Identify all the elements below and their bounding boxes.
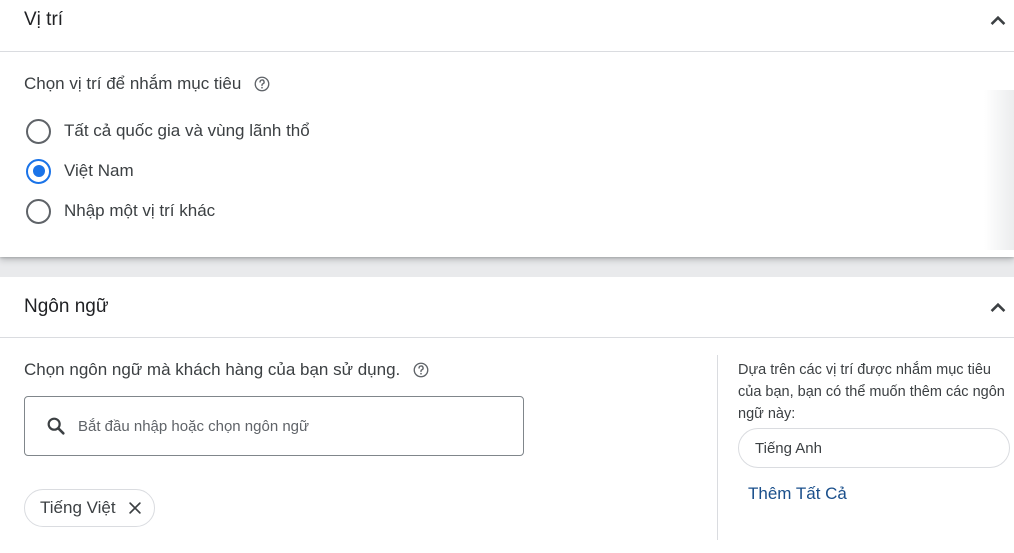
radio-label-other-location: Nhập một vị trí khác (64, 201, 216, 220)
radio-button-unchecked[interactable] (26, 198, 51, 224)
radio-vietnam[interactable]: Việt Nam (26, 157, 134, 185)
radio-button-checked[interactable] (26, 158, 51, 184)
radio-all-countries[interactable]: Tất cả quốc gia và vùng lãnh thổ (26, 117, 310, 145)
language-card-header[interactable]: Ngôn ngữ (0, 277, 1014, 338)
language-title: Ngôn ngữ (24, 296, 109, 317)
language-prompt-text: Chọn ngôn ngữ mà khách hàng của bạn sử d… (24, 360, 401, 379)
radio-button-unchecked[interactable] (26, 118, 51, 144)
location-card-header[interactable]: Vị trí (0, 0, 1014, 52)
selected-language-chip: Tiếng Việt (24, 489, 155, 527)
language-card: Ngôn ngữ Chọn ngôn ngữ mà khách hàng của… (0, 277, 1014, 553)
language-search-input[interactable] (78, 417, 498, 435)
location-card: Vị trí Chọn vị trí để nhắm mục tiêu Tất … (0, 0, 1014, 257)
vertical-divider (717, 355, 718, 540)
selected-language-label: Tiếng Việt (40, 498, 116, 517)
suggested-language-chip[interactable]: Tiếng Anh (738, 428, 1010, 468)
chevron-up-icon[interactable] (984, 6, 1012, 34)
radio-label-vietnam: Việt Nam (64, 161, 134, 180)
radio-other-location[interactable]: Nhập một vị trí khác (26, 197, 215, 225)
location-title: Vị trí (24, 9, 64, 30)
radio-label-all-countries: Tất cả quốc gia và vùng lãnh thổ (64, 121, 310, 140)
language-prompt: Chọn ngôn ngữ mà khách hàng của bạn sử d… (24, 360, 430, 380)
location-prompt-text: Chọn vị trí để nhắm mục tiêu (24, 74, 242, 93)
location-prompt: Chọn vị trí để nhắm mục tiêu (24, 74, 271, 94)
help-icon[interactable] (412, 361, 430, 379)
help-icon[interactable] (253, 75, 271, 93)
side-panel-shadow (984, 90, 1014, 250)
close-icon[interactable] (126, 499, 144, 517)
chevron-up-icon[interactable] (984, 293, 1012, 321)
suggestion-text: Dựa trên các vị trí được nhắm mục tiêu c… (738, 362, 1005, 422)
search-icon (45, 415, 67, 437)
add-all-link[interactable]: Thêm Tất Cả (748, 484, 847, 504)
suggested-language-label: Tiếng Anh (755, 439, 822, 457)
language-search-box[interactable] (24, 396, 524, 456)
